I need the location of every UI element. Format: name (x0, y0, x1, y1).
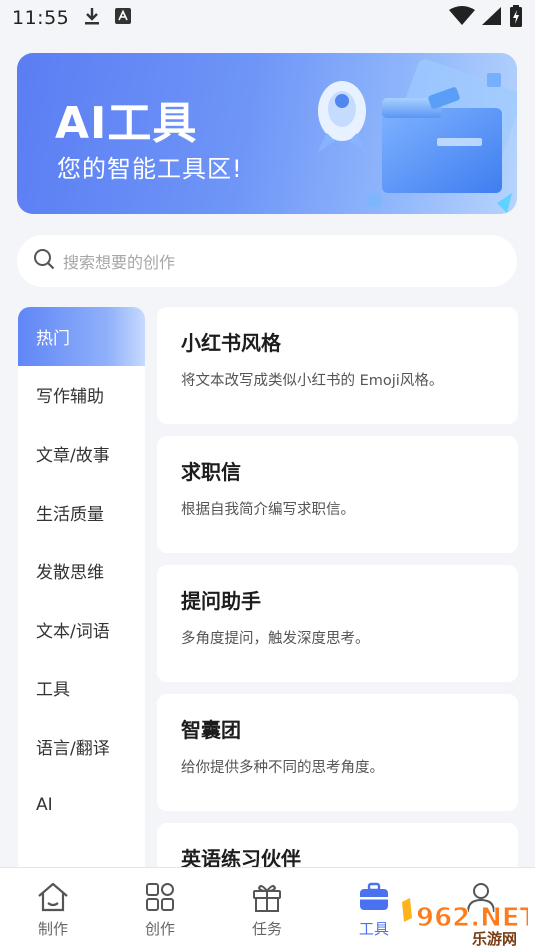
banner-title: AI工具 (55, 98, 198, 149)
tool-card[interactable]: 小红书风格 将文本改写成类似小红书的 Emoji风格。 (157, 307, 518, 424)
banner-subtitle: 您的智能工具区! (57, 155, 243, 183)
sidebar-item-text[interactable]: 文本/词语 (18, 600, 145, 659)
battery-icon (509, 5, 523, 31)
sidebar-item-writing[interactable]: 写作辅助 (18, 366, 145, 425)
watermark-sub: 乐游网 (472, 930, 517, 948)
tool-card-title: 求职信 (181, 460, 241, 484)
tool-card-desc: 将文本改写成类似小红书的 Emoji风格。 (181, 373, 444, 389)
tool-card-title: 英语练习伙伴 (181, 847, 301, 867)
watermark-brand: 962.NET (416, 903, 528, 933)
search-input[interactable]: 搜索想要的创作 (63, 249, 175, 273)
search-bar[interactable]: 搜索想要的创作 (17, 235, 517, 287)
tab-tasks[interactable]: 任务 (227, 868, 307, 952)
status-time: 11:55 (12, 7, 70, 29)
tab-label: 工具 (358, 920, 389, 938)
sidebar-item-tools[interactable]: 工具 (18, 659, 145, 718)
tool-card-desc: 根据自我简介编写求职信。 (181, 502, 355, 518)
tool-card-title: 提问助手 (181, 589, 261, 613)
hero-banner: AI工具 您的智能工具区! (17, 53, 517, 214)
tool-card-title: 智囊团 (181, 718, 241, 742)
rocket-folder-illustration (317, 59, 517, 213)
tool-card-list: 小红书风格 将文本改写成类似小红书的 Emoji风格。 求职信 根据自我简介编写… (157, 307, 518, 867)
site-watermark-logo: 962.NET 乐游网 (402, 898, 528, 948)
search-icon (33, 248, 55, 274)
tab-label: 制作 (37, 920, 68, 938)
sidebar-item-language[interactable]: 语言/翻译 (18, 717, 145, 776)
grid-icon (145, 880, 175, 914)
tool-card[interactable]: 求职信 根据自我简介编写求职信。 (157, 436, 518, 553)
home-icon (36, 880, 70, 914)
wifi-icon (449, 6, 475, 30)
tab-create[interactable]: 创作 (120, 868, 200, 952)
gift-icon (251, 880, 283, 914)
tool-card[interactable]: 英语练习伙伴 (157, 823, 518, 867)
keyboard-icon (115, 8, 132, 28)
sidebar-item-thinking[interactable]: 发散思维 (18, 541, 145, 600)
sidebar-item-hot[interactable]: 热门 (18, 307, 145, 366)
toolbox-icon (358, 880, 390, 914)
tab-label: 创作 (144, 920, 175, 938)
tab-make[interactable]: 制作 (13, 868, 93, 952)
tool-card-desc: 给你提供多种不同的思考角度。 (181, 760, 384, 776)
status-bar: 11:55 (0, 0, 535, 36)
tool-card-title: 小红书风格 (181, 331, 281, 355)
signal-icon (481, 6, 503, 30)
sidebar-item-life[interactable]: 生活质量 (18, 483, 145, 542)
tab-label: 任务 (251, 920, 282, 938)
tool-card[interactable]: 智囊团 给你提供多种不同的思考角度。 (157, 694, 518, 811)
tool-card-desc: 多角度提问，触发深度思考。 (181, 631, 370, 647)
download-icon (83, 6, 101, 30)
tool-card[interactable]: 提问助手 多角度提问，触发深度思考。 (157, 565, 518, 682)
category-sidebar: 热门 写作辅助 文章/故事 生活质量 发散思维 文本/词语 工具 语言/翻译 A… (18, 307, 145, 867)
sidebar-item-ai[interactable]: AI (18, 776, 145, 835)
sidebar-item-articles[interactable]: 文章/故事 (18, 424, 145, 483)
